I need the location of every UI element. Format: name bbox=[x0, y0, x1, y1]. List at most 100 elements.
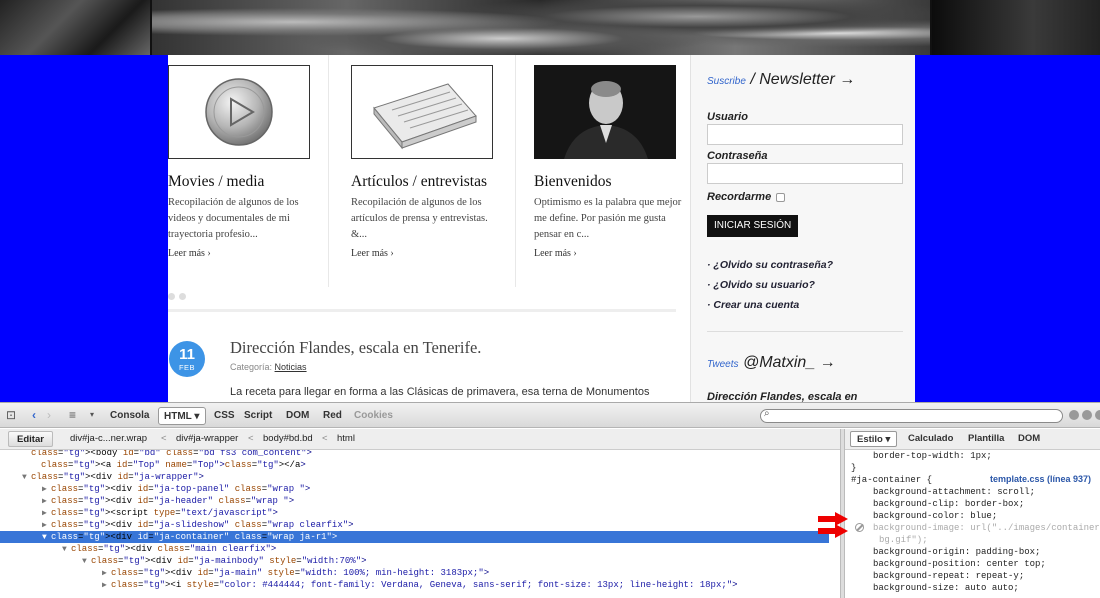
css-property[interactable]: background-position: center top; bbox=[873, 558, 1046, 570]
tab-dom[interactable]: DOM bbox=[286, 407, 309, 425]
search-icon: ⌕ bbox=[764, 408, 770, 419]
html-node[interactable]: ▶ class="tg"><script type="text/javascrip… bbox=[0, 507, 278, 519]
arrow-right-icon: → bbox=[819, 354, 836, 371]
newsletter-title: / Newsletter bbox=[750, 71, 835, 88]
newsletter-heading: Suscribe / Newsletter → bbox=[707, 71, 855, 89]
tab-css[interactable]: CSS bbox=[214, 407, 235, 425]
edit-button[interactable]: Editar bbox=[8, 431, 53, 447]
html-node-text: class="tg"><div id="ja-slideshow" class=… bbox=[51, 520, 354, 530]
back-arrow-icon[interactable]: ‹ bbox=[32, 408, 36, 422]
collapse-arrow-icon[interactable]: ▶ bbox=[102, 580, 111, 592]
breadcrumb-separator: < bbox=[322, 433, 328, 444]
css-selector[interactable]: #ja-container { bbox=[851, 474, 932, 486]
category-link[interactable]: Noticias bbox=[275, 362, 307, 372]
html-node-selected[interactable]: ▼ class="tg"><div id="ja-container" class… bbox=[0, 531, 829, 543]
tab-html[interactable]: HTML ▾ bbox=[158, 407, 206, 425]
css-property[interactable]: background-repeat: repeat-y; bbox=[873, 570, 1024, 582]
password-input[interactable] bbox=[707, 163, 903, 184]
arrow-right-icon: → bbox=[839, 71, 856, 88]
tab-console[interactable]: Consola bbox=[110, 407, 149, 425]
html-node-text: class="tg"><div id="ja-header" class="wr… bbox=[51, 496, 295, 506]
forward-arrow-icon[interactable]: › bbox=[47, 408, 51, 422]
tweets-small: Tweets bbox=[707, 359, 739, 370]
menu-lines-icon[interactable]: ≡ bbox=[69, 408, 76, 422]
html-node[interactable]: ▼ class="tg"><div class="main clearfix"> bbox=[0, 543, 276, 555]
html-node-text: class="tg"><i style="color: #444444; fon… bbox=[111, 580, 738, 590]
tab-net[interactable]: Red bbox=[323, 407, 342, 425]
read-more-link[interactable]: Leer más › bbox=[351, 248, 394, 259]
card-title[interactable]: Artículos / entrevistas bbox=[351, 173, 487, 191]
inspect-icon[interactable]: ⊡ bbox=[6, 408, 16, 422]
card-description: Recopilación de algunos de los artículos… bbox=[351, 197, 488, 240]
create-account-link[interactable]: · Crear una cuenta bbox=[707, 299, 799, 311]
html-node[interactable]: ▼ class="tg"><div id="ja-wrapper"> bbox=[0, 471, 204, 483]
tweet-preview[interactable]: Dirección Flandes, escala en bbox=[707, 391, 857, 402]
portrait-photo bbox=[534, 65, 676, 159]
carousel-dot[interactable] bbox=[168, 293, 175, 300]
password-label: Contraseña bbox=[707, 150, 768, 162]
card-title[interactable]: Bienvenidos bbox=[534, 173, 612, 191]
card-thumbnail[interactable] bbox=[351, 65, 493, 159]
disabled-property-icon[interactable] bbox=[855, 523, 864, 532]
html-node-text: class="tg"><div id="ja-wrapper"> bbox=[31, 472, 204, 482]
css-property[interactable]: background-origin: padding-box; bbox=[873, 546, 1040, 558]
carousel-dots[interactable] bbox=[168, 293, 186, 300]
css-property[interactable]: background-size: auto auto; bbox=[873, 582, 1019, 594]
carousel-dot[interactable] bbox=[179, 293, 186, 300]
article-title[interactable]: Dirección Flandes, escala en Tenerife. bbox=[230, 338, 481, 358]
tab-layout[interactable]: Plantilla bbox=[968, 433, 1004, 444]
tweets-heading: Tweets @Matxin_ → bbox=[707, 354, 836, 372]
breadcrumb-item[interactable]: html bbox=[337, 433, 355, 444]
html-node[interactable]: ▶ class="tg"><i style="color: #444444; fo… bbox=[0, 579, 738, 591]
sidebar-separator bbox=[707, 331, 903, 332]
forgot-username-link[interactable]: · ¿Olvido su usuario? bbox=[707, 279, 815, 291]
html-node[interactable]: ▶ class="tg"><div id="ja-main" style="wid… bbox=[0, 567, 489, 579]
search-input[interactable]: ⌕ bbox=[760, 408, 1063, 423]
tab-script[interactable]: Script bbox=[244, 407, 272, 425]
date-badge: 11 FEB bbox=[169, 341, 205, 377]
forgot-password-link[interactable]: · ¿Olvido su contraseña? bbox=[707, 259, 833, 271]
card-thumbnail[interactable] bbox=[168, 65, 310, 159]
html-node[interactable]: ▶ class="tg"><div id="ja-slideshow" class… bbox=[0, 519, 354, 531]
html-node[interactable]: ▶ class="tg"><div id="ja-header" class="w… bbox=[0, 495, 294, 507]
read-more-link[interactable]: Leer más › bbox=[168, 248, 211, 259]
card-title[interactable]: Movies / media bbox=[168, 173, 264, 191]
breadcrumb-item[interactable]: body#bd.bd bbox=[263, 433, 313, 444]
read-more-link[interactable]: Leer más › bbox=[534, 248, 577, 259]
css-property[interactable]: background-clip: border-box; bbox=[873, 498, 1024, 510]
date-day: 11 bbox=[179, 346, 195, 363]
html-node[interactable]: class="tg"><body id="bd" class="bd fs3 c… bbox=[0, 450, 312, 459]
tab-cookies[interactable]: Cookies bbox=[354, 407, 393, 425]
article-text: La receta para llegar en forma a las Clá… bbox=[230, 386, 650, 398]
login-button[interactable]: INICIAR SESIÓN bbox=[707, 215, 799, 237]
css-property-background-color[interactable]: background-color: blue; bbox=[873, 510, 997, 522]
html-node[interactable]: class="tg"><a id="Top" name="Top">class=… bbox=[0, 459, 306, 471]
card-welcome: Bienvenidos Optimismo es la palabra que … bbox=[515, 55, 690, 287]
breadcrumb-bar: Editar div#ja-c...ner.wrap < div#ja-wrap… bbox=[0, 429, 840, 450]
html-node-text: class="tg"><div id="ja-container" class=… bbox=[51, 532, 338, 542]
stylesheet-link[interactable]: template.css (línea 937) bbox=[990, 474, 1091, 484]
remember-row: Recordarme bbox=[707, 191, 786, 203]
css-property[interactable]: background-attachment: scroll; bbox=[873, 486, 1035, 498]
minimize-button[interactable] bbox=[1069, 410, 1079, 420]
remember-checkbox[interactable] bbox=[776, 192, 786, 202]
tab-dom[interactable]: DOM bbox=[1018, 433, 1040, 444]
css-property[interactable]: border-top-width: 1px; bbox=[873, 450, 992, 462]
html-node[interactable]: ▼ class="tg"><div id="ja-mainbody" style=… bbox=[0, 555, 367, 567]
dropdown-caret-icon[interactable]: ▾ bbox=[90, 408, 94, 422]
breadcrumb-item[interactable]: div#ja-wrapper bbox=[176, 433, 238, 444]
breadcrumb-item[interactable]: div#ja-c...ner.wrap bbox=[70, 433, 147, 444]
username-input[interactable] bbox=[707, 124, 903, 145]
html-node-text: class="tg"><body id="bd" class="bd fs3 c… bbox=[31, 450, 312, 458]
detach-button[interactable] bbox=[1082, 410, 1092, 420]
header-banner bbox=[0, 0, 1100, 55]
tab-computed[interactable]: Calculado bbox=[908, 433, 953, 444]
close-button[interactable] bbox=[1095, 410, 1100, 420]
card-description: Recopilación de algunos de los videos y … bbox=[168, 197, 299, 240]
breadcrumb-separator: < bbox=[161, 433, 167, 444]
html-node[interactable]: ▶ class="tg"><div id="ja-top-panel" class… bbox=[0, 483, 310, 495]
card-thumbnail[interactable] bbox=[534, 65, 676, 159]
css-property-disabled[interactable]: background-image: url("../images/contain… bbox=[873, 522, 1100, 534]
card-description: Optimismo es la palabra que mejor me def… bbox=[534, 197, 682, 240]
tab-style[interactable]: Estilo ▾ bbox=[850, 431, 898, 447]
